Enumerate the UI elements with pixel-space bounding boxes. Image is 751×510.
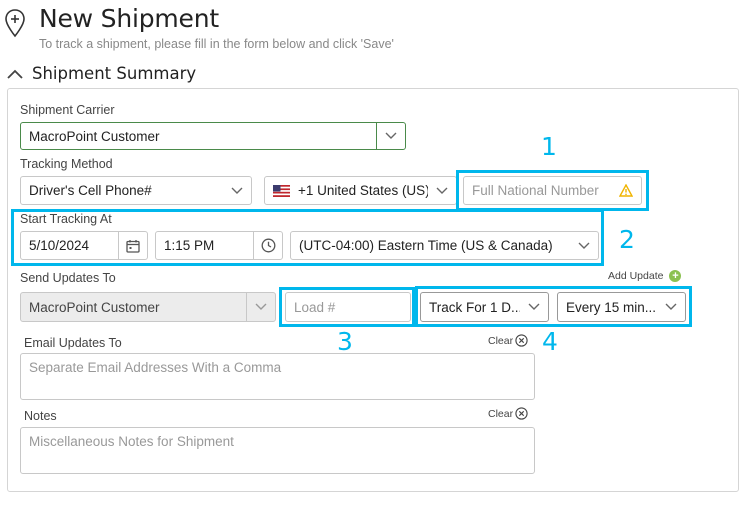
section-title: Shipment Summary [32,64,197,83]
email-updates-label: Email Updates To [24,336,122,350]
close-circle-icon [515,407,528,420]
tracking-method-select[interactable]: Driver's Cell Phone# [20,176,252,205]
chevron-up-icon [7,69,23,79]
callout-number-2: 2 [619,225,635,254]
callout-number-3: 3 [337,327,353,356]
notes-clear-button[interactable]: Clear [488,407,528,420]
page-subtitle: To track a shipment, please fill in the … [39,37,394,51]
add-update-button[interactable]: Add Update + [608,270,682,282]
tracking-method-label: Tracking Method [20,157,113,171]
notes-label: Notes [24,409,57,423]
notes-placeholder: Miscellaneous Notes for Shipment [29,434,234,449]
callout-highlight-3 [279,287,415,327]
chevron-down-icon [377,123,405,149]
plus-circle-icon: + [669,270,682,282]
email-clear-button[interactable]: Clear [488,334,528,347]
close-circle-icon [515,334,528,347]
section-toggle-shipment-summary[interactable]: Shipment Summary [6,64,196,83]
page-title: New Shipment [39,4,219,33]
chevron-down-icon [223,177,251,204]
chevron-down-icon [247,293,275,321]
carrier-label: Shipment Carrier [20,103,115,117]
email-clear-label: Clear [488,334,514,347]
email-updates-textarea[interactable]: Separate Email Addresses With a Comma [20,353,535,400]
us-flag-icon [273,184,290,197]
notes-textarea[interactable]: Miscellaneous Notes for Shipment [20,427,535,474]
notes-clear-label: Clear [488,407,514,420]
callout-highlight-2 [11,209,604,266]
callout-highlight-1 [456,170,649,211]
callout-number-1: 1 [541,132,557,161]
carrier-select[interactable]: MacroPoint Customer [20,122,406,150]
update-recipient-value: MacroPoint Customer [29,299,160,315]
country-code-select[interactable]: +1 United States (US) [264,176,457,205]
send-updates-label: Send Updates To [20,271,116,285]
email-updates-placeholder: Separate Email Addresses With a Comma [29,360,282,375]
location-pin-add-icon [5,9,25,38]
tracking-method-value: Driver's Cell Phone# [29,183,152,198]
callout-number-4: 4 [542,327,558,356]
carrier-value: MacroPoint Customer [29,128,160,144]
update-recipient-select[interactable]: MacroPoint Customer [20,292,276,322]
country-code-value: +1 United States (US) [298,183,428,198]
callout-highlight-4 [415,286,692,327]
chevron-down-icon [428,177,456,204]
add-update-label: Add Update [608,270,664,282]
